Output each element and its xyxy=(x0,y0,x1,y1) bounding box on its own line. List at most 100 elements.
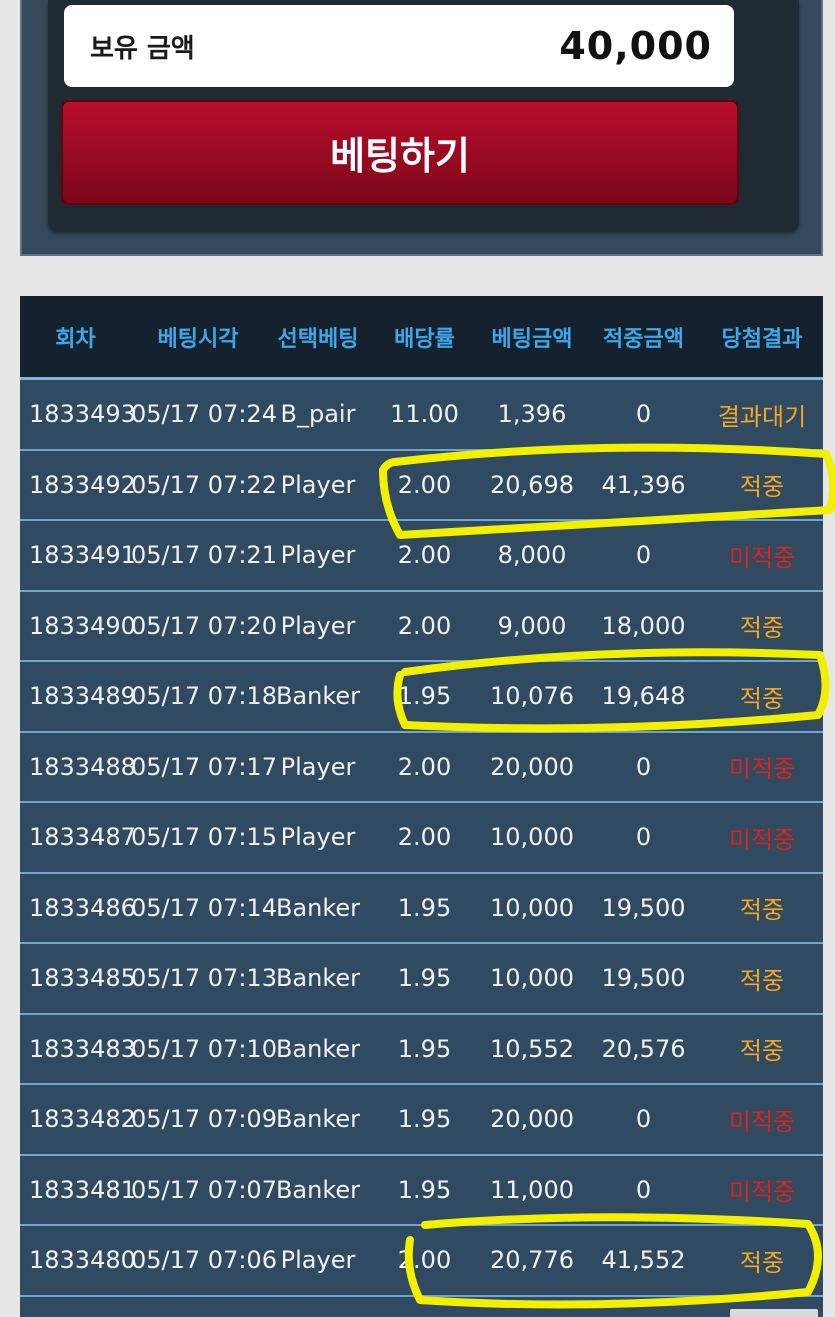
cell-win-amount: 0 xyxy=(635,752,652,781)
table-row: 1833490 05/17 07:20 Player 2.00 9,000 18,000 적… xyxy=(20,592,823,662)
cell-result: 적중 xyxy=(739,896,785,925)
cell-round: 1833480 xyxy=(29,1246,136,1275)
cell-bet-amount: 20,000 xyxy=(490,752,574,781)
cell-win-amount: 0 xyxy=(635,823,652,852)
cell-pick: Player xyxy=(280,541,356,570)
cell-odds: 2.00 xyxy=(397,541,452,570)
table-row: 1833492 05/17 07:22 Player 2.00 20,698 41,396… xyxy=(20,451,823,521)
cell-odds: 2.00 xyxy=(397,1246,452,1275)
cell-result: 미적중 xyxy=(728,543,796,572)
cell-bet-time: 05/17 07:13 xyxy=(131,964,277,993)
balance-label: 보유 금액 xyxy=(90,33,195,64)
header-round[interactable]: 회차 xyxy=(20,321,131,353)
cell-odds: 2.00 xyxy=(397,611,452,640)
cell-round: 1833491 xyxy=(29,541,136,570)
table-row: 1833489 05/17 07:18 Banker 1.95 10,076 19,648… xyxy=(20,662,823,733)
cell-round: 1833482 xyxy=(29,1105,136,1134)
header-result[interactable]: 당첨결과 xyxy=(701,321,823,353)
cell-result: 적중 xyxy=(739,473,785,502)
cell-win-amount: 19,500 xyxy=(601,964,686,993)
balance-box: 보유 금액 40,000 xyxy=(64,5,734,87)
cell-win-amount: 18,000 xyxy=(601,611,686,640)
cell-round: 1833488 xyxy=(29,752,136,781)
table-row: 1833493 05/17 07:24 B_pair 11.00 1,396 0 결과대기 xyxy=(20,380,823,451)
header-bet-amount[interactable]: 베팅금액 xyxy=(478,321,586,353)
cell-odds: 1.95 xyxy=(397,893,452,922)
cell-bet-amount: 11,000 xyxy=(490,1175,574,1204)
cell-bet-time: 05/17 07:07 xyxy=(131,1175,277,1204)
table-header: 회차 베팅시각 선택베팅 배당률 베팅금액 적중금액 당첨결과 xyxy=(20,296,823,380)
bet-history-table: 회차 베팅시각 선택베팅 배당률 베팅금액 적중금액 당첨결과 1833493 0… xyxy=(20,296,823,1317)
cell-pick: Banker xyxy=(275,964,361,993)
table-row: 1833480 05/17 07:06 Player 2.00 20,776 41,552… xyxy=(20,1226,823,1297)
table-row: 1833482 05/17 07:09 Banker 1.95 20,000 0 미적중 xyxy=(20,1085,823,1156)
cell-round: 1833487 xyxy=(29,823,136,852)
cell-win-amount: 19,648 xyxy=(601,682,686,711)
cell-result: 미적중 xyxy=(728,755,796,784)
cell-bet-amount: 20,776 xyxy=(490,1246,574,1275)
place-bet-button[interactable]: 베팅하기 xyxy=(61,100,739,205)
table-row: 1833485 05/17 07:13 Banker 1.95 10,000 19,500… xyxy=(20,944,823,1015)
cell-bet-time: 05/17 07:21 xyxy=(131,541,277,570)
cell-pick: Player xyxy=(280,823,356,852)
cell-bet-amount: 10,552 xyxy=(490,1034,574,1063)
cell-win-amount: 0 xyxy=(635,541,652,570)
cell-bet-amount: 9,000 xyxy=(497,611,567,640)
cell-win-amount: 41,552 xyxy=(601,1246,686,1275)
scrollbar-thumb[interactable] xyxy=(730,1309,818,1317)
cell-bet-amount: 10,076 xyxy=(490,682,574,711)
header-odds[interactable]: 배당률 xyxy=(371,321,478,353)
cell-round: 1833492 xyxy=(29,470,136,499)
cell-pick: Player xyxy=(280,1246,356,1275)
cell-pick: Banker xyxy=(275,682,361,711)
header-win-amount[interactable]: 적중금액 xyxy=(586,321,701,353)
header-bet-time[interactable]: 베팅시각 xyxy=(131,321,265,353)
cell-odds: 1.95 xyxy=(397,1105,452,1134)
cell-pick: Banker xyxy=(275,1034,361,1063)
cell-result: 결과대기 xyxy=(717,402,807,431)
cell-bet-time: 05/17 07:24 xyxy=(131,400,277,429)
cell-result: 미적중 xyxy=(728,825,796,854)
cell-bet-time: 05/17 07:09 xyxy=(131,1105,277,1134)
cell-pick: Banker xyxy=(275,1175,361,1204)
cell-round: 1833481 xyxy=(29,1175,136,1204)
cell-odds: 1.95 xyxy=(397,1034,452,1063)
cell-pick: Player xyxy=(280,752,356,781)
cell-result: 미적중 xyxy=(728,1178,796,1207)
cell-odds: 2.00 xyxy=(397,823,452,852)
cell-bet-amount: 1,396 xyxy=(497,400,567,429)
cell-win-amount: 0 xyxy=(635,400,652,429)
cell-pick: B_pair xyxy=(280,400,356,429)
cell-win-amount: 19,500 xyxy=(601,893,686,922)
cell-result: 적중 xyxy=(739,614,785,643)
table-row: 1833488 05/17 07:17 Player 2.00 20,000 0 미적중 xyxy=(20,733,823,803)
cell-bet-time: 05/17 07:14 xyxy=(131,893,277,922)
header-pick[interactable]: 선택베팅 xyxy=(265,321,371,353)
cell-odds: 1.95 xyxy=(397,964,452,993)
cell-bet-time: 05/17 07:20 xyxy=(131,611,277,640)
cell-win-amount: 0 xyxy=(635,1105,652,1134)
cell-bet-time: 05/17 07:18 xyxy=(131,682,277,711)
table-row: 1833483 05/17 07:10 Banker 1.95 10,552 20,576… xyxy=(20,1015,823,1085)
table-row: 1833487 05/17 07:15 Player 2.00 10,000 0 미적중 xyxy=(20,803,823,874)
cell-odds: 2.00 xyxy=(397,752,452,781)
table-row: 1833481 05/17 07:07 Banker 1.95 11,000 0 미적중 xyxy=(20,1156,823,1226)
cell-bet-amount: 10,000 xyxy=(490,823,574,852)
cell-bet-time: 05/17 07:17 xyxy=(131,752,277,781)
cell-odds: 1.95 xyxy=(397,1175,452,1204)
cell-win-amount: 41,396 xyxy=(601,470,686,499)
cell-round: 1833493 xyxy=(29,400,136,429)
cell-win-amount: 20,576 xyxy=(601,1034,686,1063)
cell-bet-time: 05/17 07:15 xyxy=(131,823,277,852)
cell-bet-amount: 10,000 xyxy=(490,964,574,993)
cell-odds: 1.95 xyxy=(397,682,452,711)
cell-bet-amount: 20,000 xyxy=(490,1105,574,1134)
cell-bet-amount: 20,698 xyxy=(490,470,574,499)
cell-result: 적중 xyxy=(739,1037,785,1066)
cell-round: 1833485 xyxy=(29,964,136,993)
cell-bet-amount: 8,000 xyxy=(497,541,567,570)
table-row: 1833486 05/17 07:14 Banker 1.95 10,000 19,500… xyxy=(20,874,823,944)
cell-round: 1833490 xyxy=(29,611,136,640)
cell-result: 미적중 xyxy=(728,1107,796,1136)
cell-odds: 11.00 xyxy=(390,400,459,429)
